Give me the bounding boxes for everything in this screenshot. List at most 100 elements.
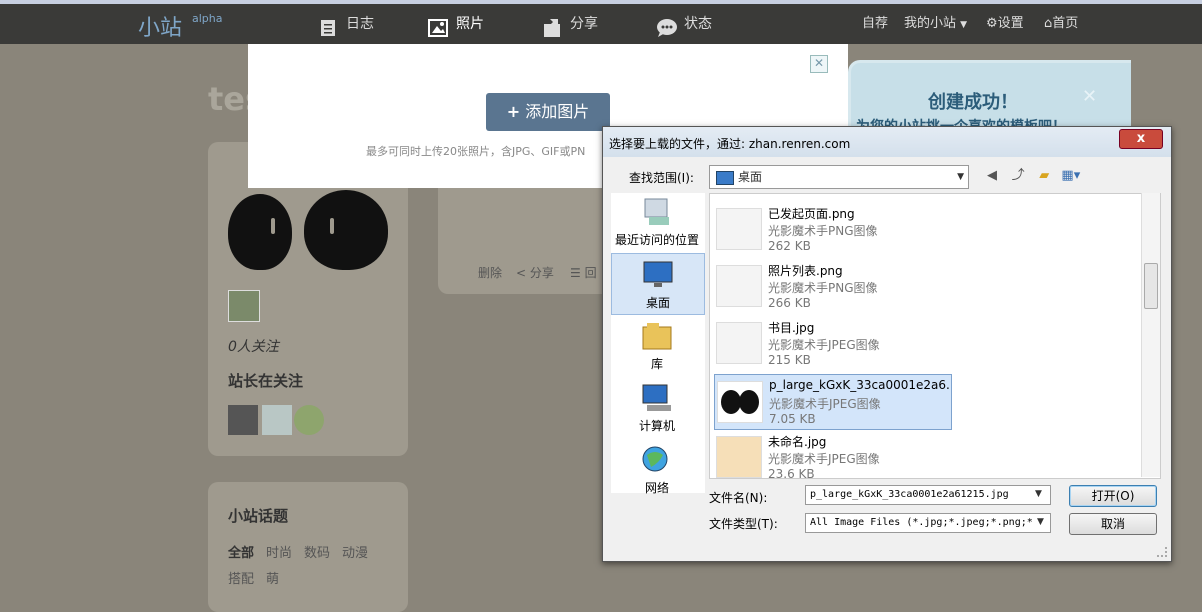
file-item[interactable]: 书目.jpg 光影魔术手JPEG图像 215 KB [714,316,950,370]
nav-recommend[interactable]: 自荐 [862,4,888,44]
file-item-selected[interactable]: p_large_kGxK_33ca0001e2a6... 光影魔术手JPEG图像… [714,374,952,430]
topic-tag[interactable]: 动漫 [342,542,368,561]
chevron-down-icon[interactable]: ▼ [1037,517,1044,527]
close-icon[interactable]: ✕ [810,55,828,73]
topic-tag[interactable]: 时尚 [266,542,292,561]
place-library[interactable]: 库 [611,321,703,377]
list-icon: ☰ [570,266,581,280]
file-thumbnail [716,208,762,250]
share-icon [542,14,562,37]
look-in-value: 桌面 [738,170,763,184]
file-item[interactable]: 未命名.jpg 光影魔术手JPEG图像 23.6 KB [714,430,950,479]
file-item[interactable]: 照片列表.png 光影魔术手PNG图像 266 KB [714,259,950,313]
file-size: 7.05 KB [769,412,816,426]
file-thumbnail-image [721,390,759,414]
nav-settings-label: 设置 [997,16,1024,31]
follower-count[interactable]: 0人关注 [228,336,279,356]
topic-tag[interactable]: 搭配 [228,568,254,587]
file-size: 215 KB [768,353,811,367]
library-icon [642,323,672,350]
file-size: 262 KB [768,239,811,253]
file-size: 266 KB [768,296,811,310]
dialog-close-button[interactable]: x [1119,129,1163,149]
following-heading: 站长在关注 [228,372,304,390]
cancel-button[interactable]: 取消 [1069,513,1157,535]
new-folder-icon[interactable]: ▰ [1035,167,1053,185]
place-network[interactable]: 网络 [611,445,703,501]
add-photo-label: 添加图片 [525,102,590,121]
nav-blog[interactable]: 日志 [318,4,374,44]
file-name: 已发起页面.png [768,207,855,221]
file-name: p_large_kGxK_33ca0001e2a6... [769,378,949,392]
file-size: 23.6 KB [768,467,815,479]
file-thumbnail [716,436,762,478]
success-title: 创建成功！ [928,92,1018,113]
avatar-blob-left [228,194,292,270]
nav-share[interactable]: 分享 [542,4,598,44]
look-in-select[interactable]: 桌面 ▼ [709,165,969,189]
nav-blog-label: 日志 [346,16,374,32]
speech-bubble-icon [656,14,677,37]
topic-tag[interactable]: 全部 [228,542,254,561]
nav-settings[interactable]: ⚙设置 [986,4,1024,44]
file-thumbnail [717,381,763,423]
place-label: 桌面 [645,296,670,310]
following-avatar-2[interactable] [262,405,292,435]
nav-share-label: 分享 [570,16,598,32]
following-avatar-1[interactable] [228,405,258,435]
owner-avatar[interactable] [228,290,260,322]
view-menu-icon[interactable]: ▦▾ [1061,167,1080,185]
dialog-titlebar[interactable]: 选择要上载的文件，通过: zhan.renren.com x [603,127,1171,157]
filetype-value: All Image Files (*.jpg;*.jpeg;*.png;* [810,517,1033,528]
places-bar: 最近访问的位置 桌面 库 计算机 网络 [611,193,705,495]
place-desktop[interactable]: 桌面 [611,253,705,315]
file-type: 光影魔术手PNG图像 [768,224,878,238]
place-label: 计算机 [638,419,675,433]
nav-my-site-label: 我的小站 [904,16,957,31]
following-avatar-3[interactable] [294,405,324,435]
chevron-down-icon[interactable]: ▼ [1035,489,1042,499]
scrollbar-thumb[interactable] [1144,263,1158,309]
dialog-toolbar: ◀ ⤴ ▰ ▦▾ [983,167,1083,185]
open-button[interactable]: 打开(O) [1069,485,1157,507]
back-icon[interactable]: ◀ [983,167,1001,185]
chevron-down-icon: ▼ [957,172,964,182]
delete-link[interactable]: 删除 [478,264,502,281]
share-link-icon: < [516,266,527,280]
filetype-label: 文件类型(T): [709,517,778,531]
file-thumbnail [716,265,762,307]
file-name: 未命名.jpg [768,435,827,449]
place-label: 最近访问的位置 [614,233,699,247]
file-list-scrollbar[interactable] [1141,193,1160,477]
nav-status-label: 状态 [684,16,712,32]
resize-grip[interactable] [1157,547,1167,557]
add-photo-button[interactable]: + 添加图片 [486,93,610,131]
avatar-eye-right [330,218,334,234]
nav-status[interactable]: 状态 [656,4,712,44]
filename-label: 文件名(N): [709,491,768,505]
topic-tag[interactable]: 萌 [266,568,279,587]
gear-icon: ⚙ [986,16,998,31]
filename-input[interactable]: p_large_kGxK_33ca0001e2a61215.jpg [805,485,1051,505]
top-navbar: 小站 alpha 日志 照片 分享 状态 自荐 我的小站 ▼ ⚙设置 ⌂首页 [0,4,1202,44]
reply-link[interactable]: ☰ 回 [570,264,597,281]
share-link[interactable]: < 分享 [516,264,554,281]
site-logo[interactable]: 小站 [138,10,182,42]
place-computer[interactable]: 计算机 [611,383,703,439]
avatar-blob-right [304,190,388,270]
recent-places-icon [644,198,669,225]
place-recent[interactable]: 最近访问的位置 [611,197,703,253]
place-label: 库 [650,357,663,371]
file-list: 已发起页面.png 光影魔术手PNG图像 262 KB 照片列表.png 光影魔… [709,193,1161,479]
topic-tag[interactable]: 数码 [304,542,330,561]
topics-heading: 小站话题 [228,507,289,525]
filetype-select[interactable]: All Image Files (*.jpg;*.jpeg;*.png;* [805,513,1051,533]
nav-home[interactable]: ⌂首页 [1044,4,1078,44]
bubble-close-icon[interactable]: ✕ [1082,86,1097,107]
logo-alpha-tag: alpha [192,12,223,25]
nav-photos[interactable]: 照片 [428,4,484,44]
share-link-label: 分享 [529,266,554,280]
file-item[interactable]: 已发起页面.png 光影魔术手PNG图像 262 KB [714,202,950,256]
nav-my-site[interactable]: 我的小站 ▼ [904,4,967,44]
up-folder-icon[interactable]: ⤴ [1009,167,1027,185]
